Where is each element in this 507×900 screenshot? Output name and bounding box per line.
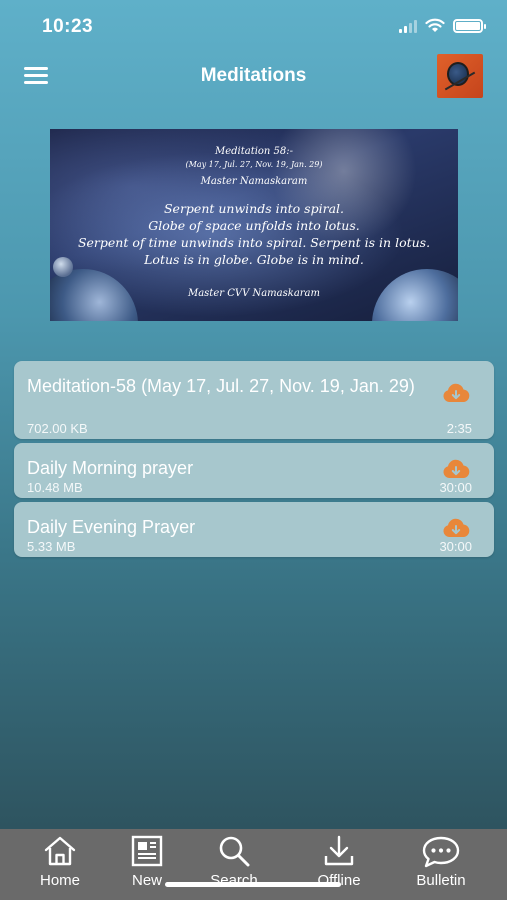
status-bar: 10:23 xyxy=(0,0,507,52)
status-icons xyxy=(399,18,486,33)
bottom-tab-bar: Home New Search Offline Bulletin xyxy=(0,829,507,900)
tab-new[interactable]: New xyxy=(102,829,192,900)
newspaper-icon xyxy=(131,835,163,867)
tab-bulletin[interactable]: Bulletin xyxy=(396,829,486,900)
meditation-banner-image: Meditation 58:- (May 17, Jul. 27, Nov. 1… xyxy=(50,129,458,321)
track-item[interactable]: Daily Morning prayer 10.48 MB 30:00 xyxy=(14,443,494,498)
tab-home[interactable]: Home xyxy=(15,829,105,900)
search-icon xyxy=(219,836,250,867)
tab-label: Home xyxy=(39,872,80,889)
banner-salutation: Master Namaskaram xyxy=(200,176,308,187)
banner-heading: Meditation 58:- xyxy=(214,146,294,157)
cellular-signal-icon xyxy=(399,19,417,33)
meditation-track-list: Meditation-58 (May 17, Jul. 27, Nov. 19,… xyxy=(14,361,494,561)
profile-avatar[interactable] xyxy=(437,54,483,98)
tab-offline[interactable]: Offline xyxy=(294,829,384,900)
banner-verse-line: Serpent unwinds into spiral. xyxy=(163,201,344,216)
download-icon xyxy=(324,835,354,866)
banner-dates: (May 17, Jul. 27, Nov. 19, Jan. 29) xyxy=(185,160,323,169)
battery-icon xyxy=(453,18,486,33)
home-icon xyxy=(44,836,76,866)
tab-label: Bulletin xyxy=(416,872,466,889)
banner-closing: Master CVV Namaskaram xyxy=(187,288,321,299)
tab-search[interactable]: Search xyxy=(189,829,279,900)
track-duration: 30:00 xyxy=(439,539,472,554)
wifi-icon xyxy=(425,18,445,32)
chat-bubble-icon xyxy=(422,836,460,868)
track-file-size: 5.33 MB xyxy=(27,539,76,554)
cloud-download-icon[interactable] xyxy=(442,459,470,479)
page-title: Meditations xyxy=(200,65,307,86)
cloud-download-icon[interactable] xyxy=(442,383,470,403)
track-file-size: 10.48 MB xyxy=(27,480,83,495)
app-header: Meditations xyxy=(0,52,507,102)
track-title: Daily Evening Prayer xyxy=(27,517,196,537)
track-item[interactable]: Meditation-58 (May 17, Jul. 27, Nov. 19,… xyxy=(14,361,494,439)
track-duration: 2:35 xyxy=(446,421,472,436)
track-file-size: 702.00 KB xyxy=(27,421,88,436)
banner-verse-line: Globe of space unfolds into lotus. xyxy=(148,218,360,233)
track-item[interactable]: Daily Evening Prayer 5.33 MB 30:00 xyxy=(14,502,494,557)
banner-verse-line: Serpent of time unwinds into spiral. Ser… xyxy=(77,235,431,250)
banner-text: Meditation 58:- (May 17, Jul. 27, Nov. 1… xyxy=(50,129,458,321)
cloud-download-icon[interactable] xyxy=(442,518,470,538)
status-time: 10:23 xyxy=(42,16,94,37)
track-duration: 30:00 xyxy=(439,480,472,495)
home-indicator[interactable] xyxy=(165,882,341,887)
banner-verse-line: Lotus is in globe. Globe is in mind. xyxy=(144,252,364,267)
track-title: Meditation-58 (May 17, Jul. 27, Nov. 19,… xyxy=(27,376,415,396)
track-title: Daily Morning prayer xyxy=(27,458,194,478)
